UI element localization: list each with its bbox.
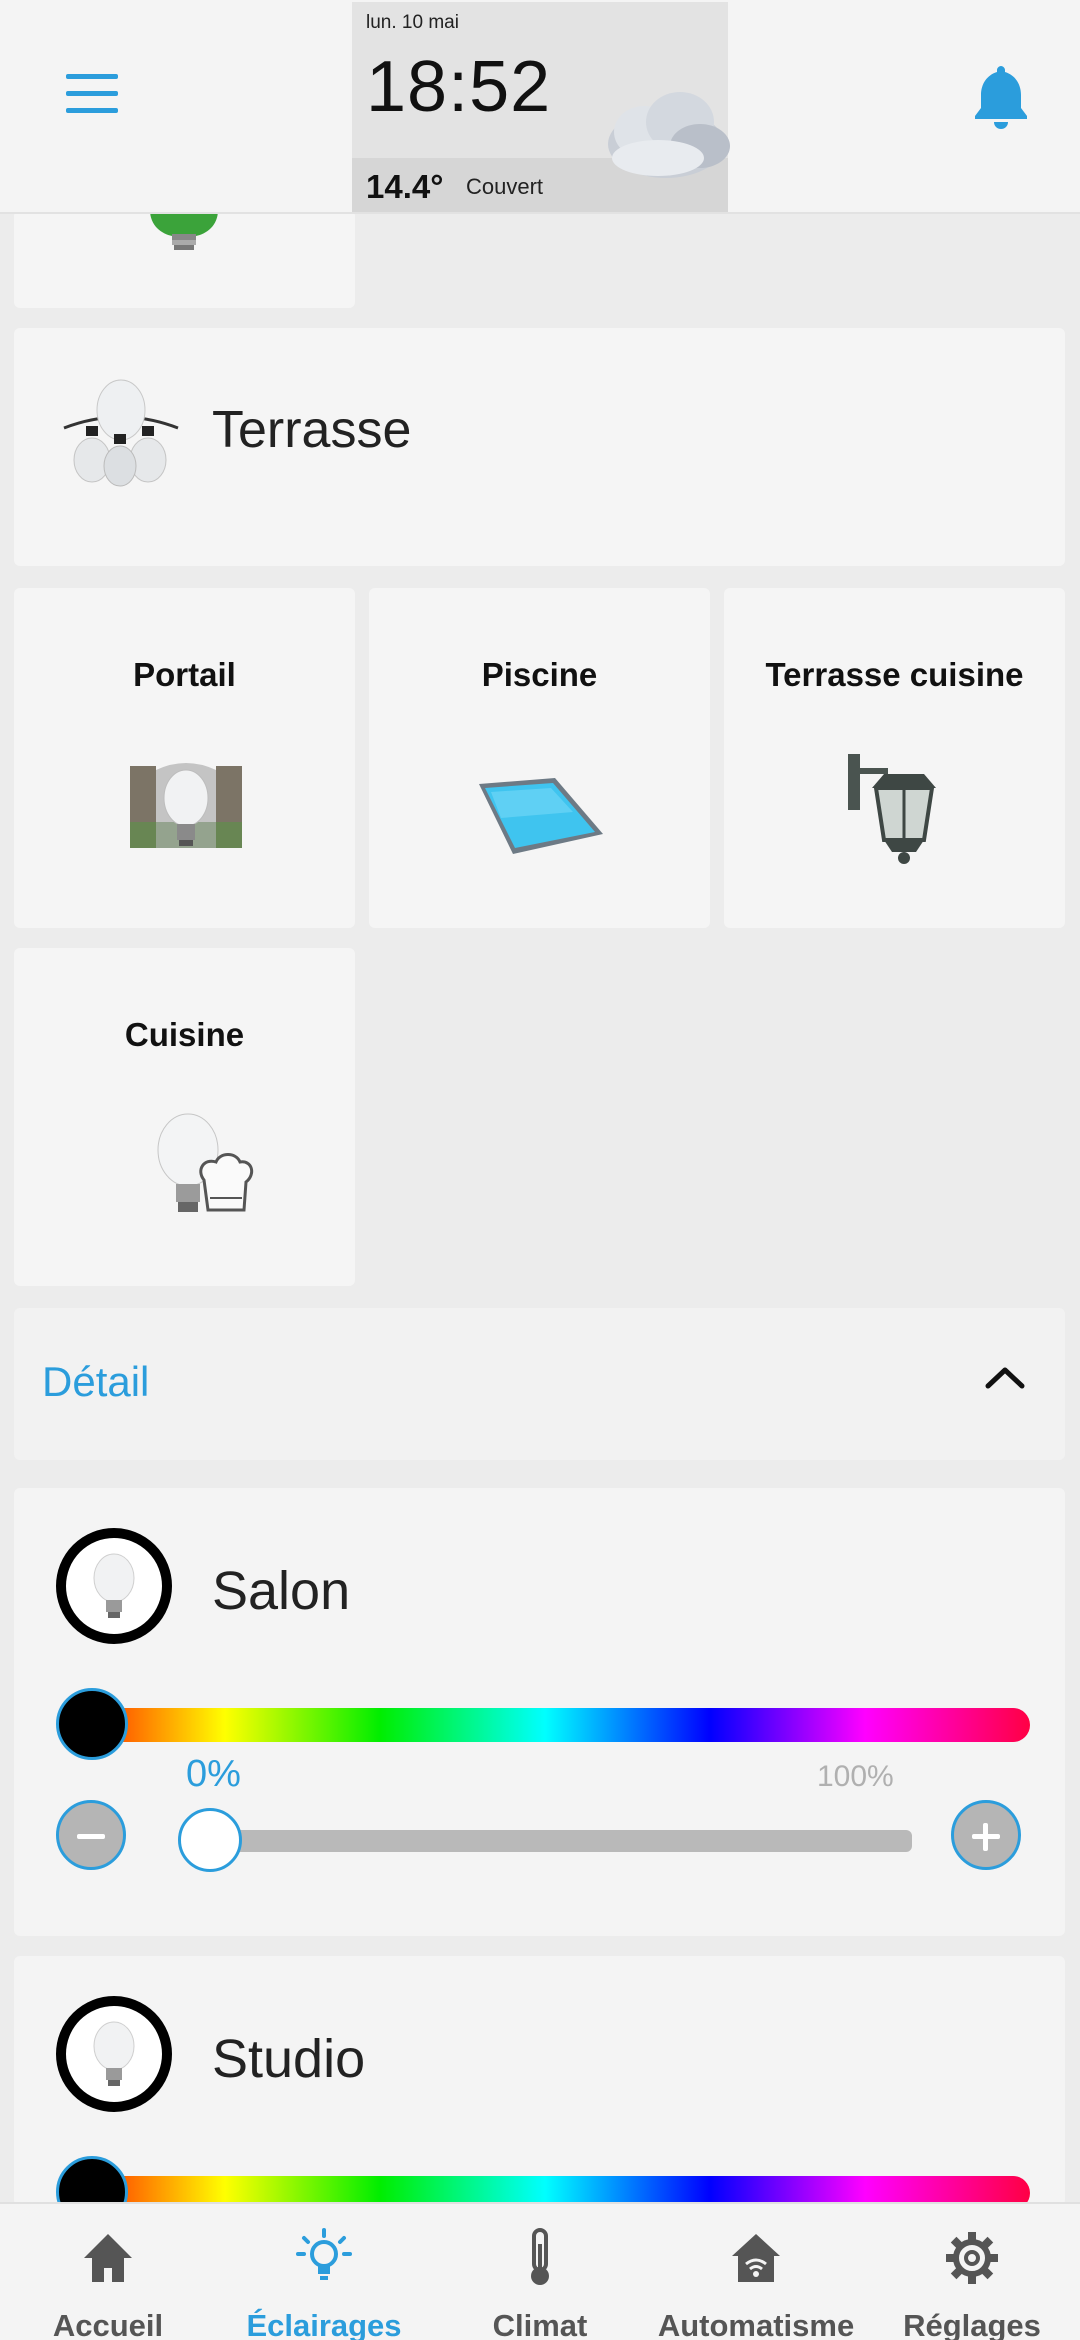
increase-brightness-button[interactable] bbox=[951, 1800, 1021, 1870]
tile-terrasse-cuisine[interactable]: Terrasse cuisine bbox=[724, 588, 1065, 928]
light-toggle[interactable] bbox=[56, 1996, 172, 2112]
nav-label: Accueil bbox=[52, 2308, 164, 2340]
gear-icon bbox=[946, 2232, 998, 2284]
nav-item-eclairages[interactable]: Éclairages bbox=[216, 2204, 432, 2340]
tile-label: Portail bbox=[133, 656, 236, 693]
weather-widget[interactable]: lun. 10 mai 18:52 14.4° Couvert bbox=[352, 2, 730, 212]
light-toggle[interactable] bbox=[56, 1528, 172, 1644]
brightness-max-label: 100% bbox=[817, 1760, 894, 1793]
brightness-value: 0% bbox=[186, 1753, 241, 1795]
string-lights-icon bbox=[63, 379, 179, 487]
tile-portail[interactable]: Portail bbox=[14, 588, 355, 928]
green-bulb-icon bbox=[150, 210, 218, 250]
pool-icon bbox=[479, 778, 603, 854]
nav-label: Éclairages bbox=[246, 2308, 402, 2340]
clock-time: 18:52 bbox=[366, 47, 552, 127]
detail-label: Détail bbox=[42, 1358, 150, 1405]
brightness-slider-track[interactable] bbox=[226, 1830, 912, 1852]
weather-condition: Couvert bbox=[466, 174, 544, 199]
minus-icon bbox=[77, 1834, 105, 1839]
hamburger-menu-icon[interactable] bbox=[66, 74, 118, 114]
app-header: lun. 10 mai 18:52 14.4° Couvert bbox=[0, 0, 1080, 214]
color-slider-track[interactable] bbox=[60, 1708, 1030, 1742]
brightness-slider-thumb[interactable] bbox=[178, 1808, 242, 1872]
nav-item-reglages[interactable]: Réglages bbox=[864, 2204, 1080, 2340]
color-slider-thumb[interactable] bbox=[56, 1688, 128, 1760]
decrease-brightness-button[interactable] bbox=[56, 1800, 126, 1870]
nav-label: Réglages bbox=[903, 2308, 1041, 2340]
group-card-terrasse[interactable]: Terrasse bbox=[14, 328, 1065, 566]
temperature: 14.4° bbox=[366, 168, 444, 205]
tile-cuisine[interactable]: Cuisine bbox=[14, 948, 355, 1286]
detail-section-header[interactable]: Détail bbox=[14, 1308, 1065, 1460]
device-name: Studio bbox=[212, 2029, 366, 2089]
smart-home-icon bbox=[732, 2234, 780, 2282]
cloud-icon bbox=[608, 92, 730, 178]
nav-label: Climat bbox=[492, 2308, 588, 2340]
device-card-studio: Studio bbox=[14, 1956, 1065, 2228]
tile-label: Terrasse cuisine bbox=[765, 656, 1024, 693]
thermometer-icon bbox=[531, 2228, 549, 2285]
nav-label: Automatisme bbox=[657, 2308, 855, 2340]
device-card-salon: Salon 0% 100% bbox=[14, 1488, 1065, 1936]
lightbulb-icon bbox=[93, 1553, 135, 1618]
lightbulb-icon bbox=[93, 2021, 135, 2086]
gate-bulb-icon bbox=[130, 763, 242, 848]
plus-icon-v bbox=[983, 1823, 988, 1851]
bell-icon[interactable] bbox=[972, 62, 1030, 130]
nav-item-automatisme[interactable]: Automatisme bbox=[648, 2204, 864, 2340]
chef-bulb-icon bbox=[157, 1113, 254, 1212]
home-icon bbox=[84, 2234, 132, 2282]
wall-lantern-icon bbox=[848, 754, 936, 864]
weather-date: lun. 10 mai bbox=[366, 12, 459, 33]
group-title-terrasse: Terrasse bbox=[212, 401, 412, 459]
lightbulb-icon bbox=[296, 2228, 352, 2280]
tile-label: Piscine bbox=[481, 656, 598, 693]
tile-partial[interactable] bbox=[14, 210, 355, 308]
chevron-up-icon[interactable] bbox=[984, 1362, 1026, 1392]
tile-label: Cuisine bbox=[124, 1016, 245, 1053]
bottom-navigation: Accueil Éclairages Climat Automatisme Ré… bbox=[0, 2202, 1080, 2340]
nav-item-climat[interactable]: Climat bbox=[432, 2204, 648, 2340]
tile-piscine[interactable]: Piscine bbox=[369, 588, 710, 928]
device-name: Salon bbox=[212, 1561, 351, 1621]
nav-item-accueil[interactable]: Accueil bbox=[0, 2204, 216, 2340]
